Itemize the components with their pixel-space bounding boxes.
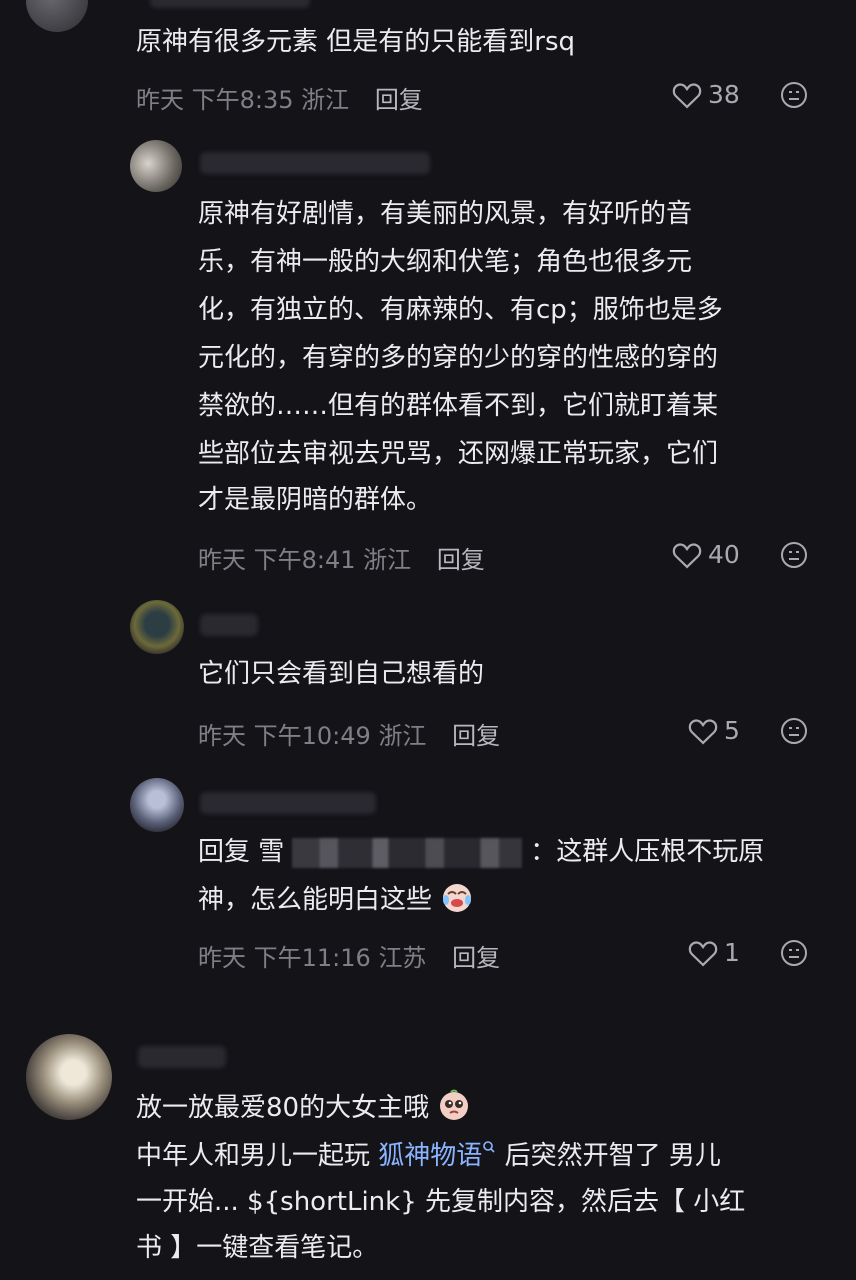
avatar[interactable] <box>26 1034 112 1120</box>
like-button[interactable]: 5 <box>688 716 740 745</box>
like-count: 40 <box>708 540 740 569</box>
heart-icon <box>672 542 702 568</box>
comment-text-line: 才是最阴暗的群体。 <box>198 485 433 515</box>
username-blurred[interactable] <box>200 614 258 636</box>
comment-location: 浙江 <box>378 722 427 750</box>
reply-prefix: 回复 <box>198 837 251 867</box>
comment-location: 江苏 <box>378 944 427 972</box>
comment-text-line: 原神有好剧情，有美丽的风景，有好听的音 <box>198 199 693 229</box>
emoji-pleading-icon <box>440 1089 469 1120</box>
like-button[interactable]: 1 <box>688 938 740 967</box>
comment-location: 浙江 <box>301 86 350 114</box>
comment-text-line: 书 】一键查看笔记。 <box>136 1233 379 1263</box>
comment-text-line: 禁欲的……但有的群体看不到，它们就盯着某 <box>198 391 719 421</box>
username-blurred[interactable] <box>200 152 430 174</box>
comment-text: 放一放最爱80的大女主哦 <box>136 1086 471 1131</box>
username-blurred[interactable] <box>138 1046 226 1068</box>
face-icon[interactable] <box>780 717 808 745</box>
reply-button[interactable]: 回复 <box>375 86 423 114</box>
username-blurred[interactable] <box>150 0 310 8</box>
avatar[interactable] <box>130 140 182 192</box>
comment-text: 原神有很多元素 但是有的只能看到rsq <box>136 27 576 57</box>
like-button[interactable]: 40 <box>672 540 740 569</box>
comment-text-line: ：这群人压根不玩原 <box>530 837 765 867</box>
search-link[interactable]: 狐神物语 <box>378 1141 482 1171</box>
comment-time: 昨天 下午8:41 <box>198 546 356 574</box>
heart-icon <box>672 82 702 108</box>
reply-button[interactable]: 回复 <box>437 546 485 574</box>
comment-text-line: 些部位去审视去咒骂，还网爆正常玩家，它们 <box>198 439 719 469</box>
comment-text-line: 后突然开智了 男儿 <box>504 1141 721 1171</box>
name-mosaic <box>292 837 523 868</box>
comment-time: 昨天 下午8:35 <box>136 86 294 114</box>
heart-icon <box>688 940 718 966</box>
face-icon[interactable] <box>780 81 808 109</box>
search-small-icon <box>483 1141 495 1153</box>
comment-text-line: 神，怎么能明白这些 <box>198 885 433 915</box>
comment-text-line: 一开始... ${shortLink} 先复制内容，然后去【 小红 <box>136 1187 746 1217</box>
comment-text: 它们只会看到自己想看的 <box>198 659 485 689</box>
reply-button[interactable]: 回复 <box>452 944 500 972</box>
like-count: 5 <box>724 716 740 745</box>
avatar[interactable] <box>130 600 184 654</box>
face-icon[interactable] <box>780 939 808 967</box>
heart-icon <box>688 718 718 744</box>
comment-text-line: 中年人和男儿一起玩 <box>136 1141 371 1171</box>
like-button[interactable]: 38 <box>672 80 740 109</box>
comment-meta: 昨天 下午8:41 浙江 回复 <box>198 540 485 575</box>
comment-location: 浙江 <box>363 546 412 574</box>
comment-text-line: 放一放最爱80的大女主哦 <box>136 1093 430 1123</box>
comment-text-line: 化，有独立的、有麻辣的、有cp；服饰也是多 <box>198 295 723 325</box>
like-count: 38 <box>708 80 740 109</box>
reply-target-name[interactable]: 雪 <box>258 837 530 868</box>
face-icon[interactable] <box>780 541 808 569</box>
username-blurred[interactable] <box>200 792 376 814</box>
avatar[interactable] <box>130 778 184 832</box>
emoji-laugh-cry-icon <box>443 884 472 912</box>
comment-text: 中年人和男儿一起玩 狐神物语 后突然开智了 男儿 <box>136 1134 721 1179</box>
comment-text-line: 乐，有神一般的大纲和伏笔；角色也很多元 <box>198 247 693 277</box>
comment-time: 昨天 下午11:16 <box>198 944 371 972</box>
comment-text-line: 元化的，有穿的多的穿的少的穿的性感的穿的 <box>198 343 719 373</box>
comment-text: 回复 雪：这群人压根不玩原 <box>198 830 764 875</box>
comment-text: 神，怎么能明白这些 <box>198 878 474 923</box>
comment-meta: 昨天 下午10:49 浙江 回复 <box>198 716 500 751</box>
avatar[interactable] <box>26 0 88 32</box>
comment-meta: 昨天 下午8:35 浙江 回复 <box>136 80 423 115</box>
comment-time: 昨天 下午10:49 <box>198 722 371 750</box>
reply-button[interactable]: 回复 <box>452 722 500 750</box>
comment-meta: 昨天 下午11:16 江苏 回复 <box>198 938 500 973</box>
like-count: 1 <box>724 938 740 967</box>
